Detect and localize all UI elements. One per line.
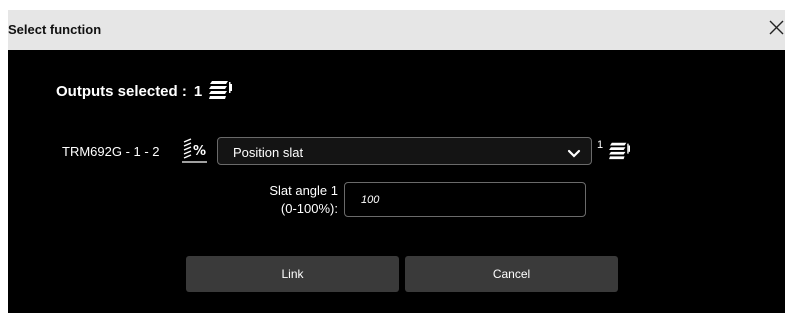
slat-angle-label-line1: Slat angle 1	[269, 183, 338, 198]
slat-angle-label-line2: (0-100%):	[280, 201, 338, 216]
slat-angle-label: Slat angle 1 (0-100%):	[232, 182, 338, 218]
device-label: TRM692G - 1 - 2	[62, 144, 160, 159]
slat-position-icon: %	[181, 138, 209, 169]
function-select-value: Position slat	[233, 145, 304, 160]
dialog-titlebar: Select function	[8, 10, 785, 50]
function-output-count: 1	[597, 139, 604, 151]
function-select[interactable]: Position slat	[217, 137, 592, 165]
dialog-title: Select function	[8, 22, 102, 37]
select-function-dialog: Select function Outputs selected : 1 TRM…	[8, 10, 785, 313]
outputs-stack-icon	[608, 140, 632, 165]
svg-text:%: %	[193, 144, 206, 159]
close-icon[interactable]	[767, 17, 785, 39]
outputs-stack-icon	[208, 78, 234, 104]
cancel-button[interactable]: Cancel	[405, 256, 618, 292]
outputs-selected-row: Outputs selected : 1	[56, 78, 234, 104]
chevron-down-icon[interactable]	[567, 146, 581, 164]
slat-angle-input[interactable]	[344, 182, 586, 217]
outputs-selected-count: 1	[193, 82, 203, 100]
link-button[interactable]: Link	[186, 256, 399, 292]
outputs-selected-label: Outputs selected :	[56, 82, 187, 100]
